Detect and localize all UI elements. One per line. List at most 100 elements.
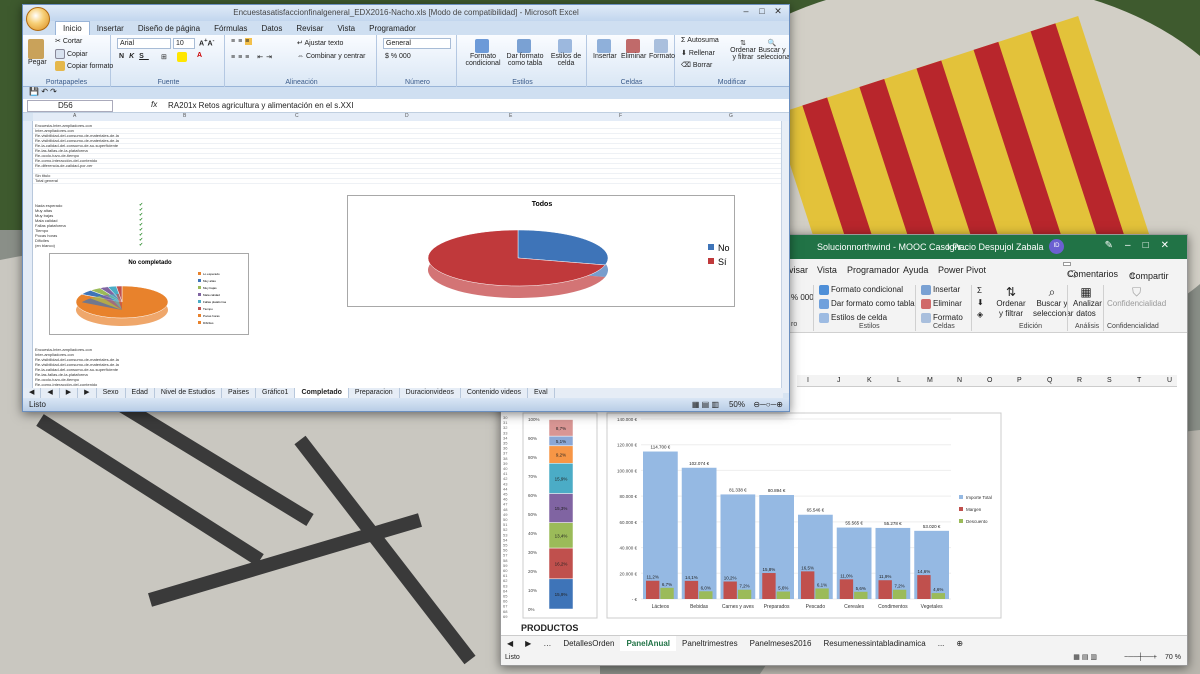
format-painter-button[interactable]: Copiar formato <box>55 61 113 71</box>
column-header[interactable]: G <box>729 113 733 119</box>
tab-power-pivot[interactable]: Power Pivot <box>938 265 986 275</box>
formula-input[interactable]: RA201x Retos agricultura y alimentación … <box>168 100 778 112</box>
tab-revisar[interactable]: visar <box>789 265 808 275</box>
tab-vista[interactable]: Vista <box>330 22 362 36</box>
column-header[interactable]: N <box>957 377 962 384</box>
fx-icon[interactable]: fx <box>151 100 157 109</box>
name-box[interactable]: D56 <box>27 100 113 112</box>
undo-icon[interactable]: ↶ <box>41 87 48 96</box>
format-button[interactable]: Formato <box>921 313 963 323</box>
column-header[interactable]: C <box>295 113 299 119</box>
column-header[interactable]: L <box>897 377 901 384</box>
sheet-tab[interactable]: Edad <box>126 388 155 398</box>
view-buttons[interactable]: ▦ ▤ ▥ <box>692 398 719 411</box>
analyze-data-button[interactable]: ▦ Analizar datos <box>1073 286 1102 319</box>
sheet-tab[interactable]: Contenido videos <box>461 388 529 398</box>
zoom-slider[interactable]: −──┼──+ <box>1124 651 1157 665</box>
column-header[interactable]: Q <box>1047 377 1052 384</box>
copy-button[interactable]: Copiar <box>55 49 88 59</box>
number-format-buttons[interactable]: % 000 <box>791 293 814 302</box>
align-top-icons[interactable]: ≡≡≡ <box>231 38 253 45</box>
number-format-select[interactable]: General <box>383 38 451 49</box>
tab-programador[interactable]: Programador <box>362 22 423 36</box>
bold-italic-underline-buttons[interactable]: NKS <box>119 53 149 60</box>
sensitivity-button[interactable]: ⛉ Confidencialidad <box>1107 286 1166 309</box>
sheet-tab[interactable]: Panelmeses2016 <box>744 636 818 651</box>
pen-icon[interactable]: ✎ <box>1105 240 1125 251</box>
font-name-select[interactable]: Arial <box>117 38 171 49</box>
sheet-tab[interactable]: Eval <box>528 388 555 398</box>
minimize-icon[interactable]: – <box>1125 240 1143 251</box>
delete-button[interactable]: Eliminar <box>921 299 962 309</box>
zoom-slider[interactable]: ⊖─○─⊕ <box>753 398 783 411</box>
column-header[interactable]: P <box>1017 377 1022 384</box>
sheet-tab[interactable]: Paneltrimestres <box>676 636 744 651</box>
align-left-icons[interactable]: ≡≡≡ ⇤⇥ <box>231 53 275 61</box>
minimize-icon[interactable]: – <box>738 6 754 16</box>
column-header[interactable]: O <box>987 377 992 384</box>
sheet-tab[interactable]: ... <box>932 636 951 651</box>
tab-insertar[interactable]: Insertar <box>90 22 131 36</box>
cell-styles-button[interactable]: Estilos de celda <box>819 313 887 323</box>
view-buttons[interactable]: ▦ ▤ ▥ <box>1073 651 1097 665</box>
tab-ayuda[interactable]: Ayuda <box>903 265 928 275</box>
autosum-button[interactable]: Σ Autosuma <box>681 37 719 44</box>
sheet-tab[interactable]: Gráfico1 <box>256 388 296 398</box>
column-header[interactable]: B <box>183 113 186 119</box>
sort-filter-button[interactable]: ⇅ Ordenar y filtrar <box>729 39 757 61</box>
tab-revisar[interactable]: Revisar <box>289 22 330 36</box>
sheet-tab[interactable]: Paises <box>222 388 256 398</box>
tab-scroll-icon[interactable]: ◀ <box>501 636 519 651</box>
close-icon[interactable]: ✕ <box>1161 240 1181 251</box>
format-as-table-button[interactable]: Dar formato como tabla <box>505 39 545 67</box>
format-as-table-button[interactable]: Dar formato como tabla <box>819 299 915 309</box>
tab-scroll-icon[interactable]: … <box>537 636 557 651</box>
column-header[interactable]: K <box>867 377 872 384</box>
sum-fill-clear-buttons[interactable]: Σ ⬇ ◈ <box>977 285 984 321</box>
find-select-button[interactable]: ⌕ Buscar y seleccionar <box>1033 286 1073 319</box>
save-icon[interactable]: 💾 <box>29 87 39 96</box>
delete-button[interactable]: Eliminar <box>621 39 646 60</box>
conditional-format-button[interactable]: Formato condicional <box>463 39 503 67</box>
wrap-text-button[interactable]: ↵ Ajustar texto <box>297 39 343 47</box>
tab-scroll-icon[interactable]: ◀ <box>23 388 42 398</box>
tab-programador[interactable]: Programador <box>847 265 900 275</box>
sheet-tab[interactable]: Preparacion <box>349 388 400 398</box>
add-sheet-icon[interactable]: ⊕ <box>950 636 969 651</box>
fill-button[interactable]: ⬇ Rellenar <box>681 49 715 57</box>
column-header[interactable]: R <box>1077 377 1082 384</box>
worksheet[interactable]: 30 31 32 33 34 35 36 37 38 39 40 41 42 43 44 45 46 47 48 49… <box>501 411 1187 637</box>
tab-scroll-icon[interactable]: ▶ <box>60 388 79 398</box>
column-header[interactable]: E <box>509 113 512 119</box>
number-buttons[interactable]: $ % 000 <box>385 53 411 60</box>
column-header[interactable]: S <box>1107 377 1112 384</box>
column-header[interactable]: F <box>619 113 622 119</box>
sheet-tab[interactable]: Completado <box>295 388 349 398</box>
font-color-icon[interactable]: A <box>197 52 202 59</box>
column-header[interactable]: U <box>1167 377 1172 384</box>
cell-styles-button[interactable]: Estilos de celda <box>547 39 585 67</box>
font-size-select[interactable]: 10 <box>173 38 195 49</box>
merge-center-button[interactable]: ⇔ Combinar y centrar <box>297 53 365 60</box>
column-header[interactable]: I <box>807 377 809 384</box>
tab-scroll-icon[interactable]: ◀ <box>41 388 60 398</box>
fill-color-icon[interactable] <box>177 52 189 62</box>
close-icon[interactable]: ✕ <box>770 6 786 17</box>
clear-button[interactable]: ⌫ Borrar <box>681 61 712 69</box>
column-header[interactable]: T <box>1137 377 1141 384</box>
comments-button[interactable]: 🗨 Comentarios <box>1063 262 1118 279</box>
sheet-tab[interactable]: Duracionvideos <box>400 388 461 398</box>
tab-diseno[interactable]: Diseño de página <box>131 22 207 36</box>
maximize-icon[interactable]: □ <box>1143 240 1161 251</box>
sheet-tab[interactable]: Sexo <box>97 388 126 398</box>
tab-vista[interactable]: Vista <box>817 265 837 275</box>
insert-button[interactable]: Insertar <box>921 285 960 295</box>
sort-filter-button[interactable]: ⇅ Ordenar y filtrar <box>995 286 1027 319</box>
insert-button[interactable]: Insertar <box>593 39 617 60</box>
sheet-tab[interactable]: DetallesOrden <box>557 636 620 651</box>
find-select-button[interactable]: 🔍 Buscar y seleccionar <box>757 39 789 61</box>
tab-scroll-icon[interactable]: ▶ <box>519 636 537 651</box>
chart-todos[interactable]: Todos No Sí <box>347 195 735 307</box>
column-header[interactable]: D <box>405 113 409 119</box>
tab-inicio[interactable]: Inicio <box>55 21 90 36</box>
